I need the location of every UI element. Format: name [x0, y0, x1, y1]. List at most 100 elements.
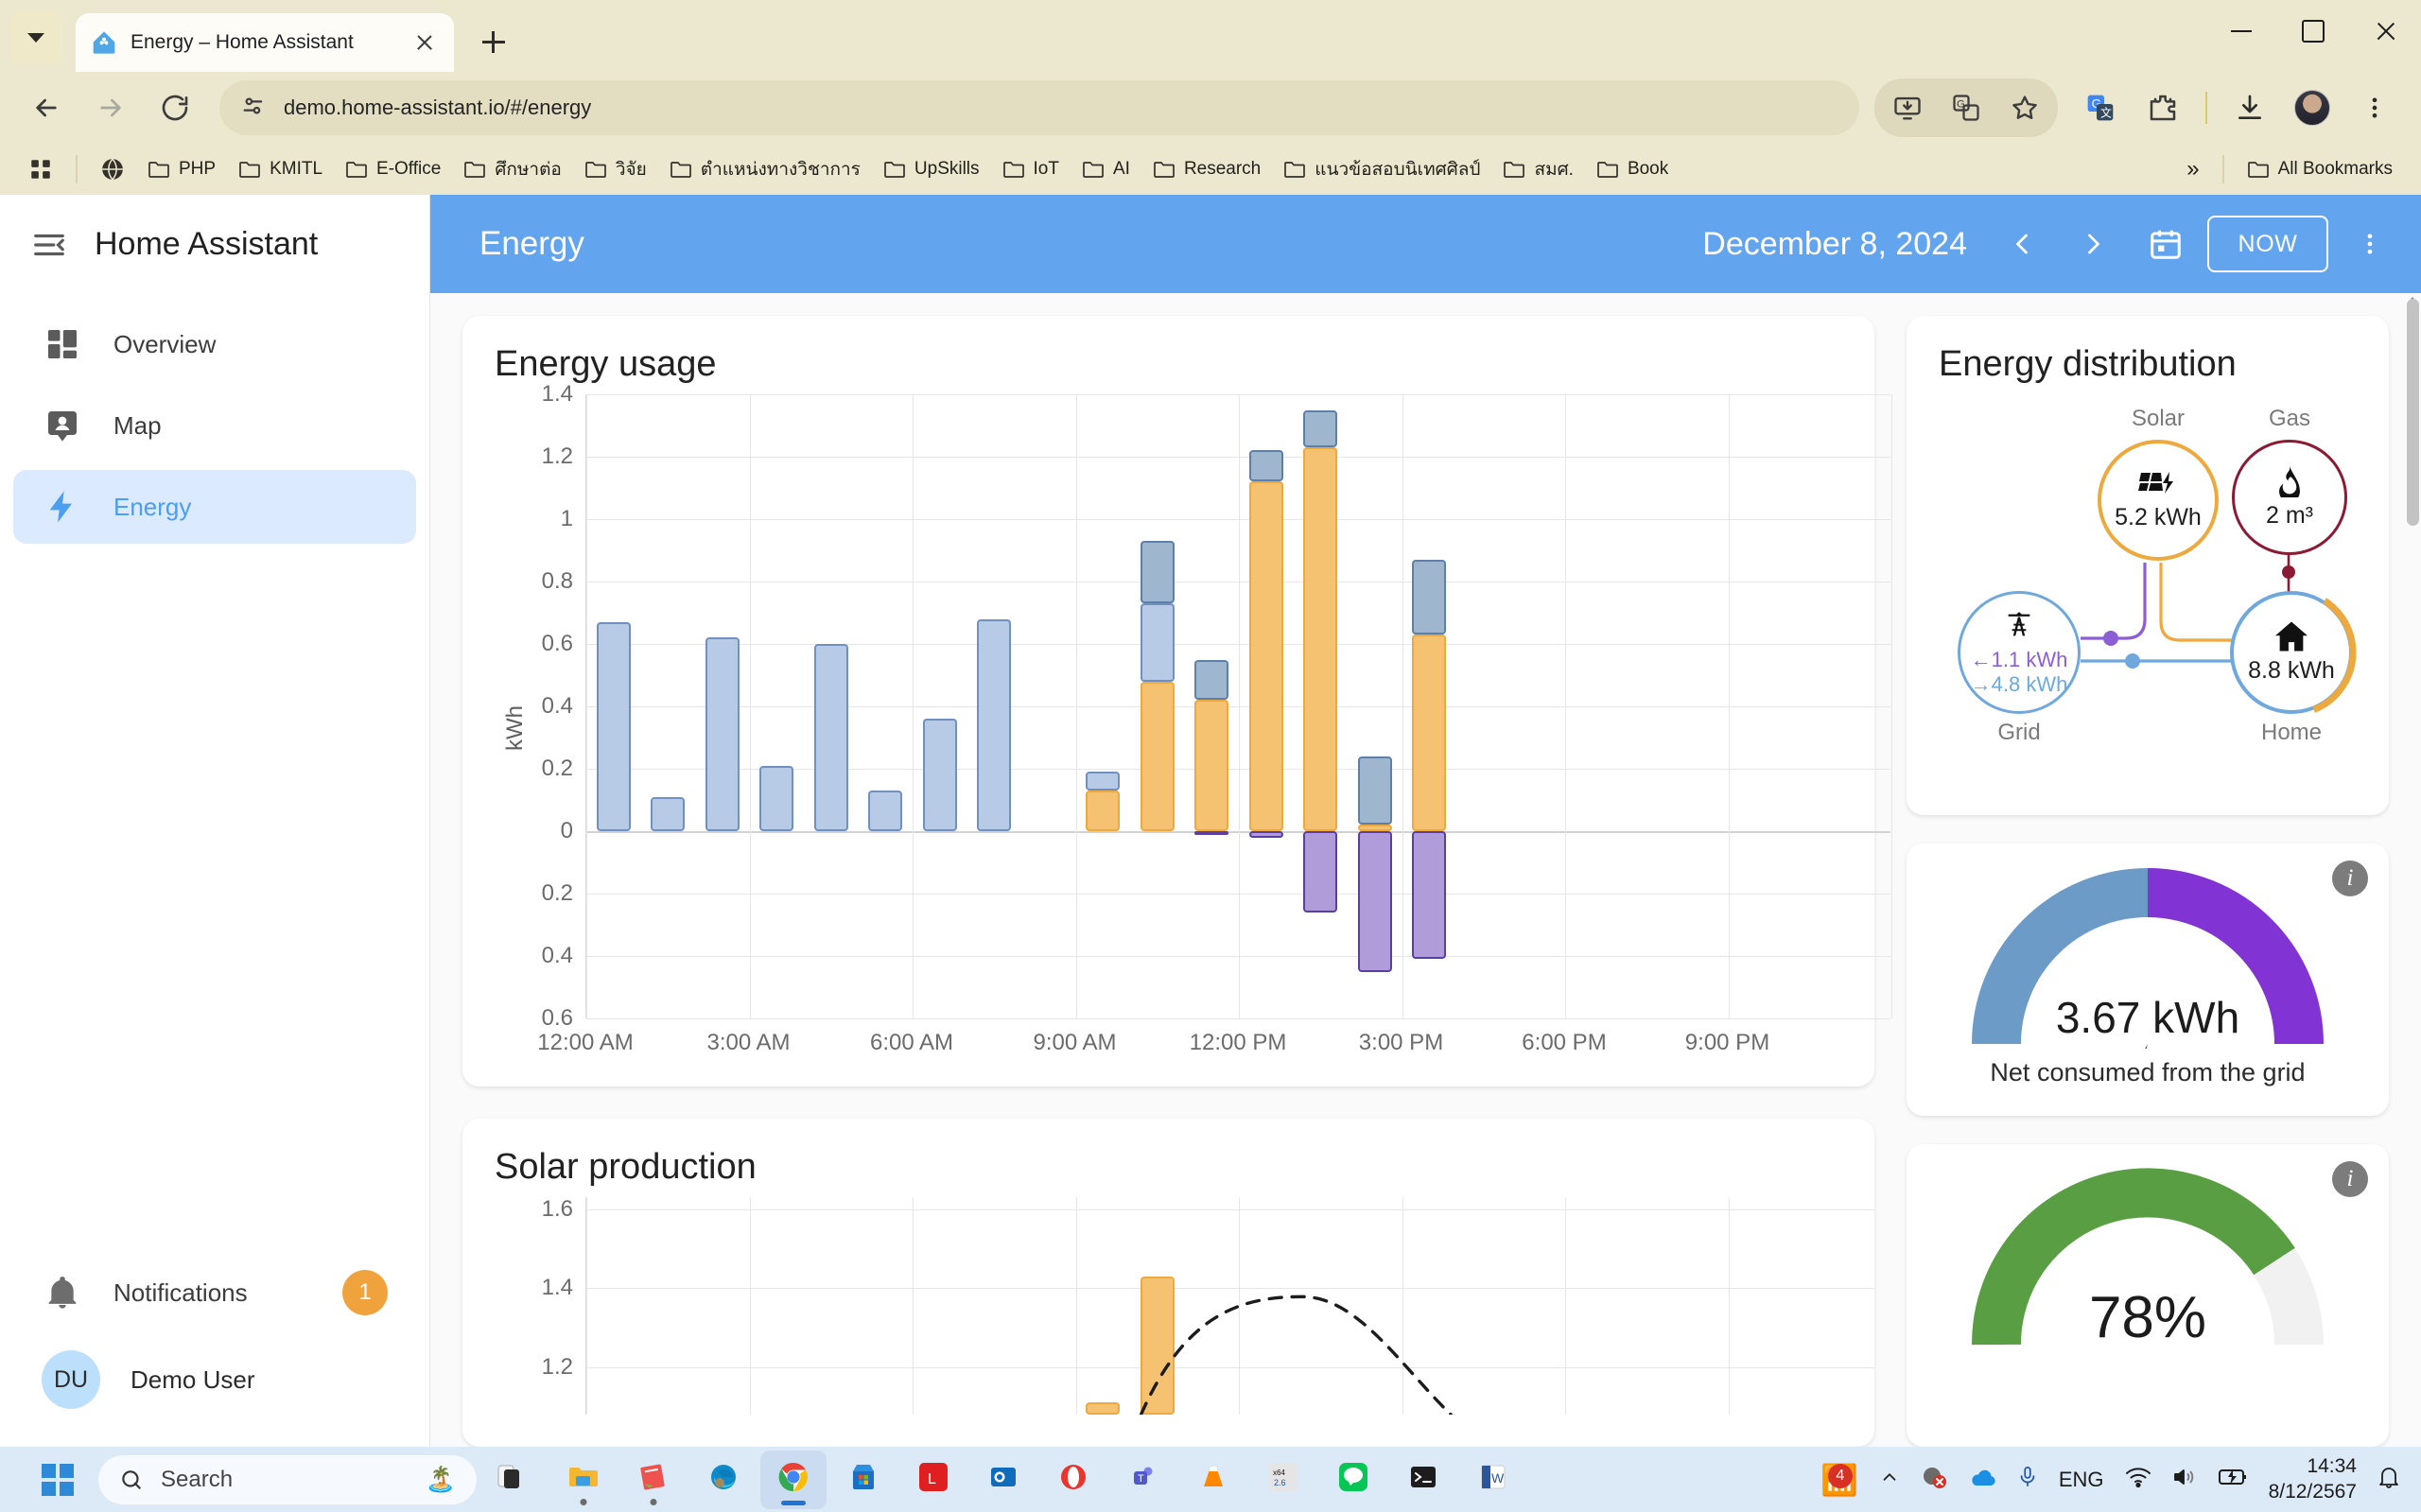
now-button[interactable]: NOW: [2207, 216, 2328, 272]
language-indicator[interactable]: ENG: [2059, 1468, 2104, 1492]
taskbar-terminal-icon[interactable]: [1390, 1451, 1456, 1509]
start-button[interactable]: [28, 1452, 87, 1507]
chart-bar[interactable]: [1412, 634, 1446, 831]
bookmark-item[interactable]: AI: [1071, 153, 1141, 185]
chart-bar[interactable]: [1249, 450, 1283, 481]
sidebar-collapse-icon[interactable]: [28, 224, 70, 266]
taskbar-teams-icon[interactable]: T: [1110, 1451, 1176, 1509]
chart-bar[interactable]: [1358, 756, 1392, 826]
content-scrollbar[interactable]: [2404, 293, 2421, 1447]
taskbar-vlc-icon[interactable]: [1180, 1451, 1246, 1509]
solar-production-chart[interactable]: 1.61.41.2: [495, 1197, 1842, 1415]
chart-bar[interactable]: [1249, 481, 1283, 831]
taskbar-file-explorer-icon[interactable]: [550, 1451, 617, 1509]
onedrive-icon[interactable]: [1968, 1467, 1996, 1492]
scrollbar-thumb[interactable]: [2407, 299, 2419, 526]
tray-expand-icon[interactable]: [1879, 1467, 1900, 1492]
bookmark-item[interactable]: สมศ.: [1491, 149, 1584, 189]
chart-bar[interactable]: [1141, 603, 1175, 682]
chart-bar[interactable]: [705, 637, 740, 831]
taskbar-chrome-icon[interactable]: [760, 1451, 827, 1509]
taskbar-task-view-icon[interactable]: [480, 1451, 547, 1509]
bookmark-star-icon[interactable]: [1995, 78, 2054, 137]
sidebar-item-notifications[interactable]: Notifications 1: [13, 1252, 416, 1333]
bookmarks-overflow-button[interactable]: »: [2175, 150, 2210, 188]
chart-bar[interactable]: [1194, 660, 1228, 701]
energy-usage-chart[interactable]: kWh 1.41.210.80.60.40.200.20.40.6 12:00 …: [495, 394, 1842, 1062]
chart-bar[interactable]: [1086, 772, 1120, 791]
taskbar-opera-icon[interactable]: [1040, 1451, 1106, 1509]
taskbar-line-app-icon[interactable]: L: [900, 1451, 967, 1509]
chart-bar[interactable]: [1194, 700, 1228, 831]
bookmark-item[interactable]: KMITL: [227, 153, 334, 185]
sidebar-item-user[interactable]: DU Demo User: [13, 1339, 416, 1420]
chart-bar[interactable]: [1086, 791, 1120, 831]
bookmark-item[interactable]: Research: [1141, 153, 1272, 185]
bookmark-item[interactable]: แนวข้อสอบนิเทศศิลป์: [1272, 149, 1491, 189]
downloads-icon[interactable]: [2221, 78, 2279, 137]
site-settings-icon[interactable]: [240, 93, 267, 124]
bookmark-item[interactable]: IoT: [991, 153, 1071, 185]
install-app-icon[interactable]: [1878, 78, 1937, 137]
distribution-node-grid[interactable]: ←1.1 kWh →4.8 kWh: [1958, 591, 2081, 714]
chrome-menu-icon[interactable]: [2345, 78, 2404, 137]
address-bar[interactable]: demo.home-assistant.io/#/energy: [219, 80, 1859, 135]
google-translate-extension-icon[interactable]: G文: [2071, 78, 2130, 137]
tray-notification-app[interactable]: 📶 4: [1820, 1462, 1858, 1498]
antivirus-icon[interactable]: [1921, 1465, 1947, 1494]
chart-bar[interactable]: [1303, 410, 1337, 448]
taskbar-microsoft-store-icon[interactable]: [830, 1451, 897, 1509]
overflow-menu-icon[interactable]: [2340, 214, 2400, 274]
bookmark-item[interactable]: E-Office: [334, 153, 452, 185]
notification-bell-icon[interactable]: [2377, 1465, 2400, 1494]
taskbar-word-icon[interactable]: W: [1460, 1451, 1526, 1509]
taskbar-clock[interactable]: 14:34 8/12/2567: [2269, 1454, 2357, 1504]
bookmark-item[interactable]: ตำแหน่งทางวิชาการ: [658, 149, 872, 189]
chart-bar[interactable]: [923, 719, 957, 831]
sidebar-item-overview[interactable]: Overview: [13, 307, 416, 381]
taskbar-outlook-icon[interactable]: [970, 1451, 1036, 1509]
minimize-button[interactable]: [2205, 0, 2277, 62]
new-tab-button[interactable]: [469, 17, 518, 66]
distribution-node-solar[interactable]: 5.2 kWh: [2098, 440, 2219, 561]
chart-bar[interactable]: [1358, 825, 1392, 831]
previous-period-button[interactable]: [1992, 214, 2052, 274]
chart-bar[interactable]: [977, 619, 1011, 831]
bookmark-item[interactable]: UpSkills: [872, 153, 991, 185]
translate-icon[interactable]: G: [1937, 78, 1995, 137]
close-icon[interactable]: [410, 28, 439, 57]
volume-icon[interactable]: [2172, 1466, 2197, 1493]
bookmark-item[interactable]: Book: [1585, 153, 1680, 185]
distribution-node-gas[interactable]: 2 m³: [2232, 440, 2347, 555]
chart-bar[interactable]: [597, 622, 631, 831]
info-icon-2[interactable]: i: [2332, 1161, 2368, 1197]
taskbar-x64dbg-icon[interactable]: x642.6: [1250, 1451, 1316, 1509]
maximize-button[interactable]: [2277, 0, 2349, 62]
microphone-icon[interactable]: [2017, 1465, 2038, 1494]
back-button[interactable]: [17, 78, 76, 137]
chart-bar[interactable]: [868, 791, 902, 831]
info-icon[interactable]: i: [2332, 860, 2368, 896]
forward-button[interactable]: [81, 78, 140, 137]
tab-search-button[interactable]: [9, 11, 62, 64]
extensions-icon[interactable]: [2134, 78, 2192, 137]
profile-avatar[interactable]: [2283, 78, 2342, 137]
chart-bar[interactable]: [1141, 682, 1175, 831]
next-period-button[interactable]: [2064, 214, 2124, 274]
wifi-icon[interactable]: [2125, 1467, 2151, 1492]
bookmark-item[interactable]: วิจัย: [573, 149, 658, 189]
bookmark-item[interactable]: ศึกษาต่อ: [452, 149, 573, 189]
taskbar-line-icon[interactable]: [1320, 1451, 1386, 1509]
close-window-button[interactable]: [2349, 0, 2421, 62]
battery-charging-icon[interactable]: [2218, 1467, 2248, 1492]
taskbar-notepad-icon[interactable]: [620, 1451, 687, 1509]
distribution-node-home[interactable]: 8.8 kWh: [2230, 591, 2353, 714]
apps-shortcut[interactable]: [17, 151, 64, 187]
chart-bar[interactable]: [1303, 447, 1337, 831]
taskbar-edge-icon[interactable]: [690, 1451, 757, 1509]
chart-bar[interactable]: [1412, 831, 1446, 959]
chart-bar[interactable]: [814, 644, 848, 831]
chart-bar[interactable]: [1194, 831, 1228, 835]
chart-bar[interactable]: [1412, 560, 1446, 634]
browser-tab[interactable]: Energy – Home Assistant: [76, 13, 454, 72]
